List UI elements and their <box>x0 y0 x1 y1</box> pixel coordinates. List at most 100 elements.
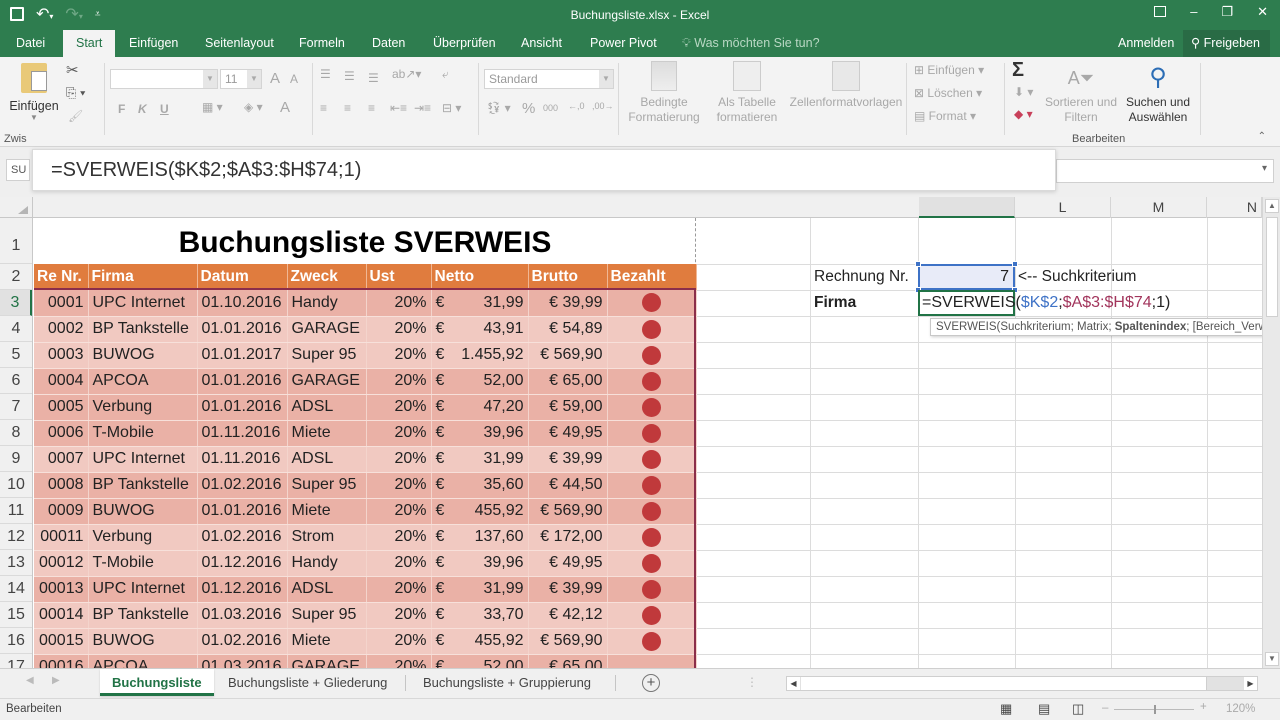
cell-firma[interactable]: UPC Internet <box>88 446 198 473</box>
cell-k3-formula[interactable]: =SVERWEIS($K$2;$A$3:$H$74;1) <box>922 290 1170 316</box>
row-header[interactable]: 10 <box>0 472 32 498</box>
cell-datum[interactable]: 01.01.2016 <box>197 498 288 525</box>
cut-icon[interactable]: ✂ <box>66 61 79 79</box>
cell-ust[interactable]: 20% <box>366 602 432 629</box>
cell-datum[interactable]: 01.10.2016 <box>197 290 288 317</box>
cell-ust[interactable]: 20% <box>366 628 432 655</box>
row-header[interactable]: 2 <box>0 264 32 290</box>
cell-firma[interactable]: Verbung <box>88 394 198 421</box>
cell-ust[interactable]: 20% <box>366 290 432 317</box>
cell-bezahlt[interactable] <box>607 368 697 395</box>
tab-ueberpruefen[interactable]: Überprüfen <box>433 30 496 57</box>
vertical-scrollbar[interactable]: ▲ ▼ <box>1262 197 1280 668</box>
tab-power-pivot[interactable]: Power Pivot <box>590 30 657 57</box>
cell-re-nr[interactable]: 0003 <box>34 342 89 369</box>
cell-netto[interactable]: €47,20 <box>431 394 529 421</box>
cell-firma[interactable]: BUWOG <box>88 628 198 655</box>
scroll-left-button[interactable]: ◀ <box>787 677 800 690</box>
cell-re-nr[interactable]: 0006 <box>34 420 89 447</box>
sign-in-link[interactable]: Anmelden <box>1118 30 1174 57</box>
header-firma[interactable]: Firma <box>88 264 198 290</box>
cell-netto[interactable]: €39,96 <box>431 420 529 447</box>
cell-netto[interactable]: €33,70 <box>431 602 529 629</box>
function-tooltip[interactable]: SVERWEIS(Suchkriterium; Matrix; Spalteni… <box>930 318 1262 336</box>
header-datum[interactable]: Datum <box>197 264 288 290</box>
tell-me-box[interactable]: 💡︎ Was möchten Sie tun? <box>682 30 820 57</box>
row-header[interactable]: 1 <box>0 218 32 264</box>
increase-indent-icon[interactable]: ⇥≡ <box>414 101 431 115</box>
column-header-n[interactable]: N <box>1207 197 1262 218</box>
cell-ust[interactable]: 20% <box>366 472 432 499</box>
align-bottom-icon[interactable]: ☰ <box>368 71 379 85</box>
find-select-button[interactable]: ⚲ Suchen und Auswählen <box>1120 61 1196 125</box>
row-header[interactable]: 7 <box>0 394 32 420</box>
cell-netto[interactable]: €31,99 <box>431 290 529 317</box>
tab-einfuegen[interactable]: Einfügen <box>129 30 178 57</box>
font-color-button[interactable]: A <box>280 99 290 116</box>
tab-daten[interactable]: Daten <box>372 30 405 57</box>
cell-brutto[interactable]: € 39,99 <box>528 576 608 603</box>
underline-button[interactable]: U <box>160 102 169 116</box>
percent-button[interactable]: % <box>522 100 535 117</box>
cell-re-nr[interactable]: 00011 <box>34 524 89 551</box>
share-button[interactable]: ⚲ Freigeben <box>1183 30 1270 57</box>
cell-zweck[interactable]: Super 95 <box>287 472 367 499</box>
row-header[interactable]: 6 <box>0 368 32 394</box>
cell-ust[interactable]: 20% <box>366 368 432 395</box>
cell-bezahlt[interactable] <box>607 342 697 369</box>
fill-color-icon[interactable]: ◈ ▾ <box>244 100 263 114</box>
zoom-level[interactable]: 120% <box>1226 703 1255 715</box>
cell-bezahlt[interactable] <box>607 602 697 629</box>
cell-re-nr[interactable]: 0009 <box>34 498 89 525</box>
cell-zweck[interactable]: Super 95 <box>287 602 367 629</box>
restore-button[interactable]: ❐ <box>1221 4 1233 20</box>
row-header[interactable]: 9 <box>0 446 32 472</box>
cell-netto[interactable]: €35,60 <box>431 472 529 499</box>
cell-datum[interactable]: 01.02.2016 <box>197 472 288 499</box>
column-header-k[interactable] <box>919 197 1015 218</box>
header-zweck[interactable]: Zweck <box>287 264 367 290</box>
cell-zweck[interactable]: ADSL <box>287 576 367 603</box>
cell-brutto[interactable]: € 42,12 <box>528 602 608 629</box>
cell-firma[interactable]: Verbung <box>88 524 198 551</box>
cell-zweck[interactable]: ADSL <box>287 394 367 421</box>
align-top-icon[interactable]: ☰ <box>320 67 331 81</box>
next-sheet-icon[interactable]: ▶ <box>52 675 60 686</box>
accounting-format-icon[interactable]: 💱︎ ▾ <box>486 101 511 115</box>
row-header[interactable]: 3 <box>0 290 32 316</box>
cell-brutto[interactable]: € 172,00 <box>528 524 608 551</box>
tab-ansicht[interactable]: Ansicht <box>521 30 562 57</box>
horizontal-scroll-thumb[interactable] <box>801 677 1207 690</box>
cell-ust[interactable]: 20% <box>366 654 432 668</box>
select-all-button[interactable] <box>0 197 33 218</box>
cell-ust[interactable]: 20% <box>366 394 432 421</box>
cell-bezahlt[interactable] <box>607 420 697 447</box>
paste-button[interactable]: Einfügen ▼ <box>8 63 60 131</box>
clear-eraser-icon[interactable]: ◆ ▾ <box>1014 107 1033 121</box>
row-header[interactable]: 12 <box>0 524 32 550</box>
row-header[interactable]: 5 <box>0 342 32 368</box>
cell-bezahlt[interactable] <box>607 472 697 499</box>
insert-cells-button[interactable]: ⊞ Einfügen ▾ <box>914 63 984 77</box>
autosum-button[interactable]: Σ <box>1012 59 1024 82</box>
horizontal-scrollbar[interactable]: ◀ ▶ <box>786 676 1258 691</box>
cell-brutto[interactable]: € 569,90 <box>528 628 608 655</box>
cell-brutto[interactable]: € 59,00 <box>528 394 608 421</box>
cell-netto[interactable]: €39,96 <box>431 550 529 577</box>
header-netto[interactable]: Netto <box>431 264 529 290</box>
page-break-view-icon[interactable]: ◫ <box>1072 701 1084 717</box>
grow-font-icon[interactable]: A <box>270 70 280 87</box>
cell-firma[interactable]: BUWOG <box>88 342 198 369</box>
cell-bezahlt[interactable] <box>607 524 697 551</box>
cell-re-nr[interactable]: 0007 <box>34 446 89 473</box>
cell-netto[interactable]: €43,91 <box>431 316 529 343</box>
cell-styles-button[interactable]: Zellenformatvorlagen <box>786 61 906 110</box>
cell-ust[interactable]: 20% <box>366 316 432 343</box>
cell-bezahlt[interactable] <box>607 290 697 317</box>
row-header[interactable]: 16 <box>0 628 32 654</box>
cell-datum[interactable]: 01.12.2016 <box>197 576 288 603</box>
cell-zweck[interactable]: Miete <box>287 628 367 655</box>
cell-firma[interactable]: BP Tankstelle <box>88 316 198 343</box>
merge-center-icon[interactable]: ⊟ ▾ <box>442 101 461 115</box>
format-painter-icon[interactable]: 🖌︎ <box>68 109 83 123</box>
